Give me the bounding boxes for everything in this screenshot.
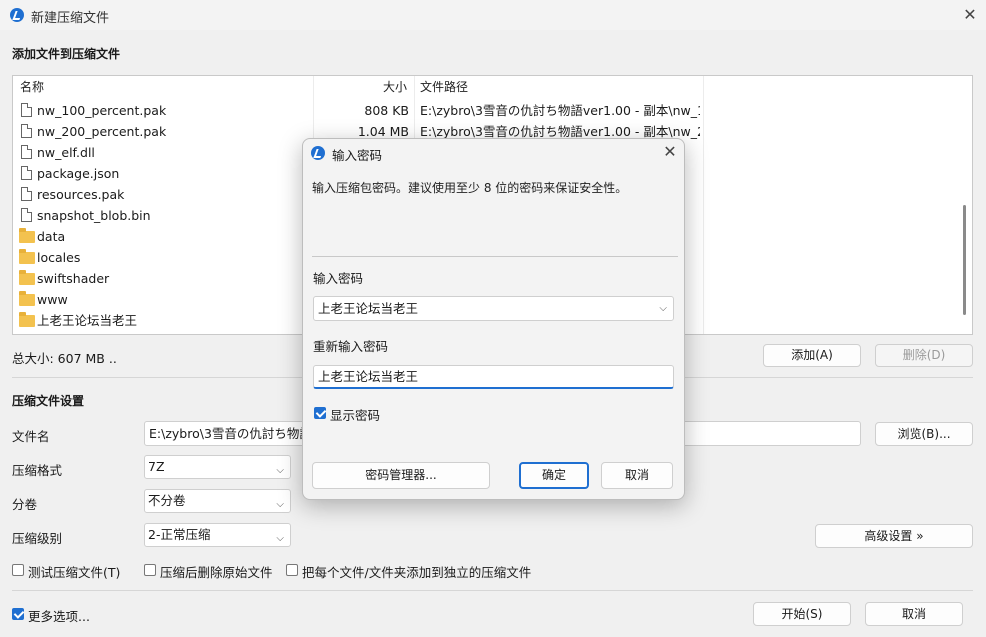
- volume-label: 分卷: [12, 497, 38, 512]
- file-icon: [21, 124, 32, 138]
- file-name: nw_100_percent.pak: [37, 103, 167, 118]
- title-bar: 新建压缩文件 ✕: [0, 0, 986, 30]
- file-icon: [21, 187, 32, 201]
- app-icon: [10, 8, 24, 22]
- add-button[interactable]: 添加(A): [763, 344, 861, 367]
- app-icon: [311, 146, 325, 160]
- show-password-label: 显示密码: [330, 408, 381, 423]
- dialog-cancel-button[interactable]: 取消: [601, 462, 673, 489]
- volume-select[interactable]: 不分卷 ⌵: [144, 489, 291, 513]
- list-item[interactable]: nw_100_percent.pak 808 KB E:\zybro\3雪音の仇…: [13, 100, 953, 121]
- add-section-title: 添加文件到压缩文件: [12, 47, 121, 61]
- file-name: package.json: [37, 166, 120, 181]
- dialog-description: 输入压缩包密码。建议使用至少 8 位的密码来保证安全性。: [312, 181, 628, 195]
- dll-file-icon: [21, 145, 32, 159]
- chevron-down-icon: ⌵: [276, 533, 284, 544]
- total-size-text: 总大小: 607 MB ..: [12, 351, 117, 366]
- separate-archives-label: 把每个文件/文件夹添加到独立的压缩文件: [302, 565, 532, 580]
- format-value: 7Z: [148, 459, 165, 474]
- folder-icon: [19, 228, 35, 243]
- folder-name: swiftshader: [37, 271, 110, 286]
- ok-button[interactable]: 确定: [519, 462, 589, 489]
- confirm-password-label: 重新输入密码: [313, 339, 389, 354]
- file-icon: [21, 208, 32, 222]
- divider: [12, 590, 973, 591]
- folder-name: locales: [37, 250, 81, 265]
- close-icon[interactable]: ✕: [660, 144, 680, 160]
- password-input[interactable]: 上老王论坛当老王 ⌵: [313, 296, 674, 321]
- browse-button[interactable]: 浏览(B)...: [875, 422, 973, 446]
- chevron-down-icon: ⌵: [276, 465, 284, 476]
- folder-icon: [19, 270, 35, 285]
- filename-label: 文件名: [12, 429, 50, 444]
- format-select[interactable]: 7Z ⌵: [144, 455, 291, 479]
- volume-value: 不分卷: [148, 493, 186, 508]
- level-select[interactable]: 2-正常压缩 ⌵: [144, 523, 291, 547]
- delete-after-label: 压缩后删除原始文件: [160, 565, 273, 580]
- more-options-label: 更多选项...: [28, 609, 90, 624]
- divider: [312, 256, 678, 257]
- show-password-checkbox[interactable]: [314, 407, 326, 419]
- file-icon: [21, 103, 32, 117]
- start-button[interactable]: 开始(S): [753, 602, 851, 626]
- file-name: snapshot_blob.bin: [37, 208, 151, 223]
- folder-name: www: [37, 292, 68, 307]
- confirm-password-input[interactable]: 上老王论坛当老王: [313, 365, 674, 389]
- file-size: 808 KB: [364, 103, 409, 118]
- file-name: resources.pak: [37, 187, 125, 202]
- password-value: 上老王论坛当老王: [318, 301, 419, 316]
- chevron-down-icon: ⌵: [276, 499, 284, 510]
- separate-archives-checkbox[interactable]: [286, 564, 298, 576]
- window-title: 新建压缩文件: [31, 11, 110, 26]
- settings-section-title: 压缩文件设置: [12, 394, 85, 408]
- close-icon[interactable]: ✕: [960, 7, 980, 23]
- advanced-settings-button[interactable]: 高级设置 »: [815, 524, 973, 548]
- level-value: 2-正常压缩: [148, 527, 211, 542]
- column-path-header[interactable]: 文件路径: [420, 76, 468, 98]
- chevron-down-icon[interactable]: ⌵: [659, 297, 667, 320]
- folder-name: 上老王论坛当老王: [37, 313, 138, 328]
- file-name: nw_elf.dll: [37, 145, 95, 160]
- column-size-header[interactable]: 大小: [383, 76, 407, 98]
- level-label: 压缩级别: [12, 531, 63, 546]
- file-path: E:\zybro\3雪音の仇討ち物語ver1.00 - 副本\nw_1...: [420, 103, 700, 118]
- password-manager-button[interactable]: 密码管理器...: [312, 462, 490, 489]
- scrollbar-thumb[interactable]: [963, 205, 966, 315]
- folder-icon: [19, 249, 35, 264]
- folder-icon: [19, 291, 35, 306]
- cancel-button[interactable]: 取消: [865, 602, 963, 626]
- password-dialog: 输入密码 ✕ 输入压缩包密码。建议使用至少 8 位的密码来保证安全性。 输入密码…: [302, 138, 685, 500]
- folder-name: data: [37, 229, 66, 244]
- column-name-header[interactable]: 名称: [20, 76, 44, 98]
- delete-after-checkbox[interactable]: [144, 564, 156, 576]
- delete-button[interactable]: 删除(D): [875, 344, 973, 367]
- file-name: nw_200_percent.pak: [37, 124, 167, 139]
- format-label: 压缩格式: [12, 463, 63, 478]
- password-label: 输入密码: [313, 271, 364, 286]
- more-options-checkbox[interactable]: [12, 608, 24, 620]
- test-archive-label: 测试压缩文件(T): [28, 565, 121, 580]
- folder-icon: [19, 312, 35, 327]
- dialog-title: 输入密码: [332, 148, 383, 163]
- test-archive-checkbox[interactable]: [12, 564, 24, 576]
- json-file-icon: [21, 166, 32, 180]
